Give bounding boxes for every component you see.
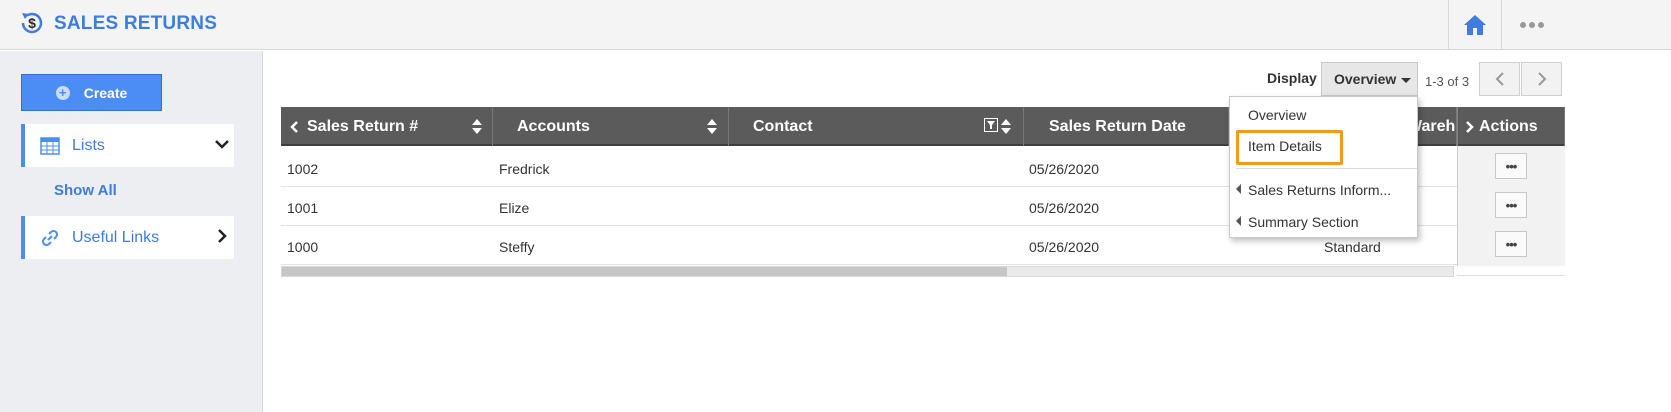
home-icon: [1464, 15, 1486, 35]
more-dots-icon: [1520, 22, 1544, 28]
menu-item-item-details[interactable]: Item Details: [1248, 138, 1322, 154]
sidebar-item-useful-links[interactable]: Useful Links: [21, 216, 234, 259]
chevron-right-icon[interactable]: [1463, 120, 1475, 134]
svg-text:$: $: [28, 15, 36, 31]
display-select-value: Overview: [1334, 71, 1397, 87]
sidebar-item-lists[interactable]: Lists: [21, 124, 234, 167]
more-options-button[interactable]: [1502, 0, 1562, 50]
sort-icon[interactable]: [1001, 119, 1011, 135]
next-page-button[interactable]: [1521, 62, 1562, 96]
previous-page-button[interactable]: [1479, 62, 1520, 96]
column-label: Actions: [1479, 117, 1538, 135]
sort-icon[interactable]: [472, 119, 482, 135]
menu-item-sales-returns-information[interactable]: Sales Returns Inform...: [1248, 182, 1391, 198]
cell-account[interactable]: Elize: [499, 200, 529, 216]
app-title: SALES RETURNS: [54, 13, 218, 34]
home-button[interactable]: [1448, 0, 1502, 50]
row-actions-button[interactable]: •••: [1495, 192, 1527, 218]
chevron-left-icon: [1495, 72, 1504, 86]
calendar-grid-icon: [39, 135, 61, 157]
column-header-actions: Actions: [1457, 107, 1565, 146]
row-actions-button[interactable]: •••: [1495, 231, 1527, 257]
plus-icon: +: [55, 85, 70, 100]
column-label: Contact: [753, 117, 813, 135]
cell-account[interactable]: Fredrick: [499, 161, 550, 177]
submenu-arrow-icon: [1236, 216, 1241, 226]
sort-icon[interactable]: [707, 119, 717, 135]
chevron-left-icon[interactable]: [289, 120, 301, 134]
display-dropdown-menu: Overview Item Details Sales Returns Info…: [1229, 96, 1418, 238]
show-all-link[interactable]: Show All: [54, 182, 117, 199]
cell-account[interactable]: Steffy: [499, 239, 535, 255]
chevron-right-icon: [218, 229, 227, 243]
horizontal-scrollbar[interactable]: [281, 266, 1454, 277]
scrollbar-thumb[interactable]: [282, 267, 1007, 276]
cell-sales-return-date: 05/26/2020: [1029, 161, 1100, 177]
menu-item-overview[interactable]: Overview: [1248, 107, 1306, 123]
submenu-arrow-icon: [1236, 184, 1241, 194]
filter-icon[interactable]: [984, 118, 998, 132]
divider: [1457, 275, 1565, 276]
cell-sales-return-date: 05/26/2020: [1029, 239, 1100, 255]
menu-divider: [1236, 168, 1417, 169]
column-label: Sales Return #: [307, 117, 419, 135]
column-header-sales-return-date[interactable]: Sales Return Date: [1024, 107, 1229, 146]
row-actions-button[interactable]: •••: [1495, 153, 1527, 179]
display-label: Display: [1267, 70, 1317, 86]
column-header-contact[interactable]: Contact: [729, 107, 1024, 146]
cell-warehouse: Standard: [1324, 239, 1381, 255]
create-button[interactable]: + Create: [21, 74, 162, 111]
create-label: Create: [83, 84, 128, 101]
chevron-right-icon: [1537, 72, 1546, 86]
caret-down-icon: [1401, 78, 1411, 83]
chevron-down-icon: [215, 140, 229, 149]
column-label: Sales Return Date: [1049, 117, 1186, 135]
link-icon: [39, 227, 61, 249]
cell-sales-return-number[interactable]: 1002: [287, 161, 318, 177]
sidebar-item-label: Lists: [72, 136, 105, 154]
column-label: Accounts: [517, 117, 590, 135]
column-header-sales-return-number[interactable]: Sales Return #: [281, 107, 493, 146]
column-header-accounts[interactable]: Accounts: [493, 107, 729, 146]
pagination-text: 1-3 of 3: [1425, 74, 1470, 89]
actions-column: ••• ••• •••: [1457, 146, 1565, 266]
top-bar: $ SALES RETURNS: [0, 0, 1671, 50]
cell-sales-return-number[interactable]: 1001: [287, 200, 318, 216]
sales-returns-logo-icon: $: [21, 12, 43, 34]
cell-sales-return-number[interactable]: 1000: [287, 239, 318, 255]
sidebar-item-label: Useful Links: [72, 228, 160, 246]
sidebar: + Create Lists Show All Useful Links: [0, 51, 263, 412]
cell-sales-return-date: 05/26/2020: [1029, 200, 1100, 216]
menu-item-summary-section[interactable]: Summary Section: [1248, 214, 1358, 230]
display-select[interactable]: Overview: [1321, 62, 1418, 96]
